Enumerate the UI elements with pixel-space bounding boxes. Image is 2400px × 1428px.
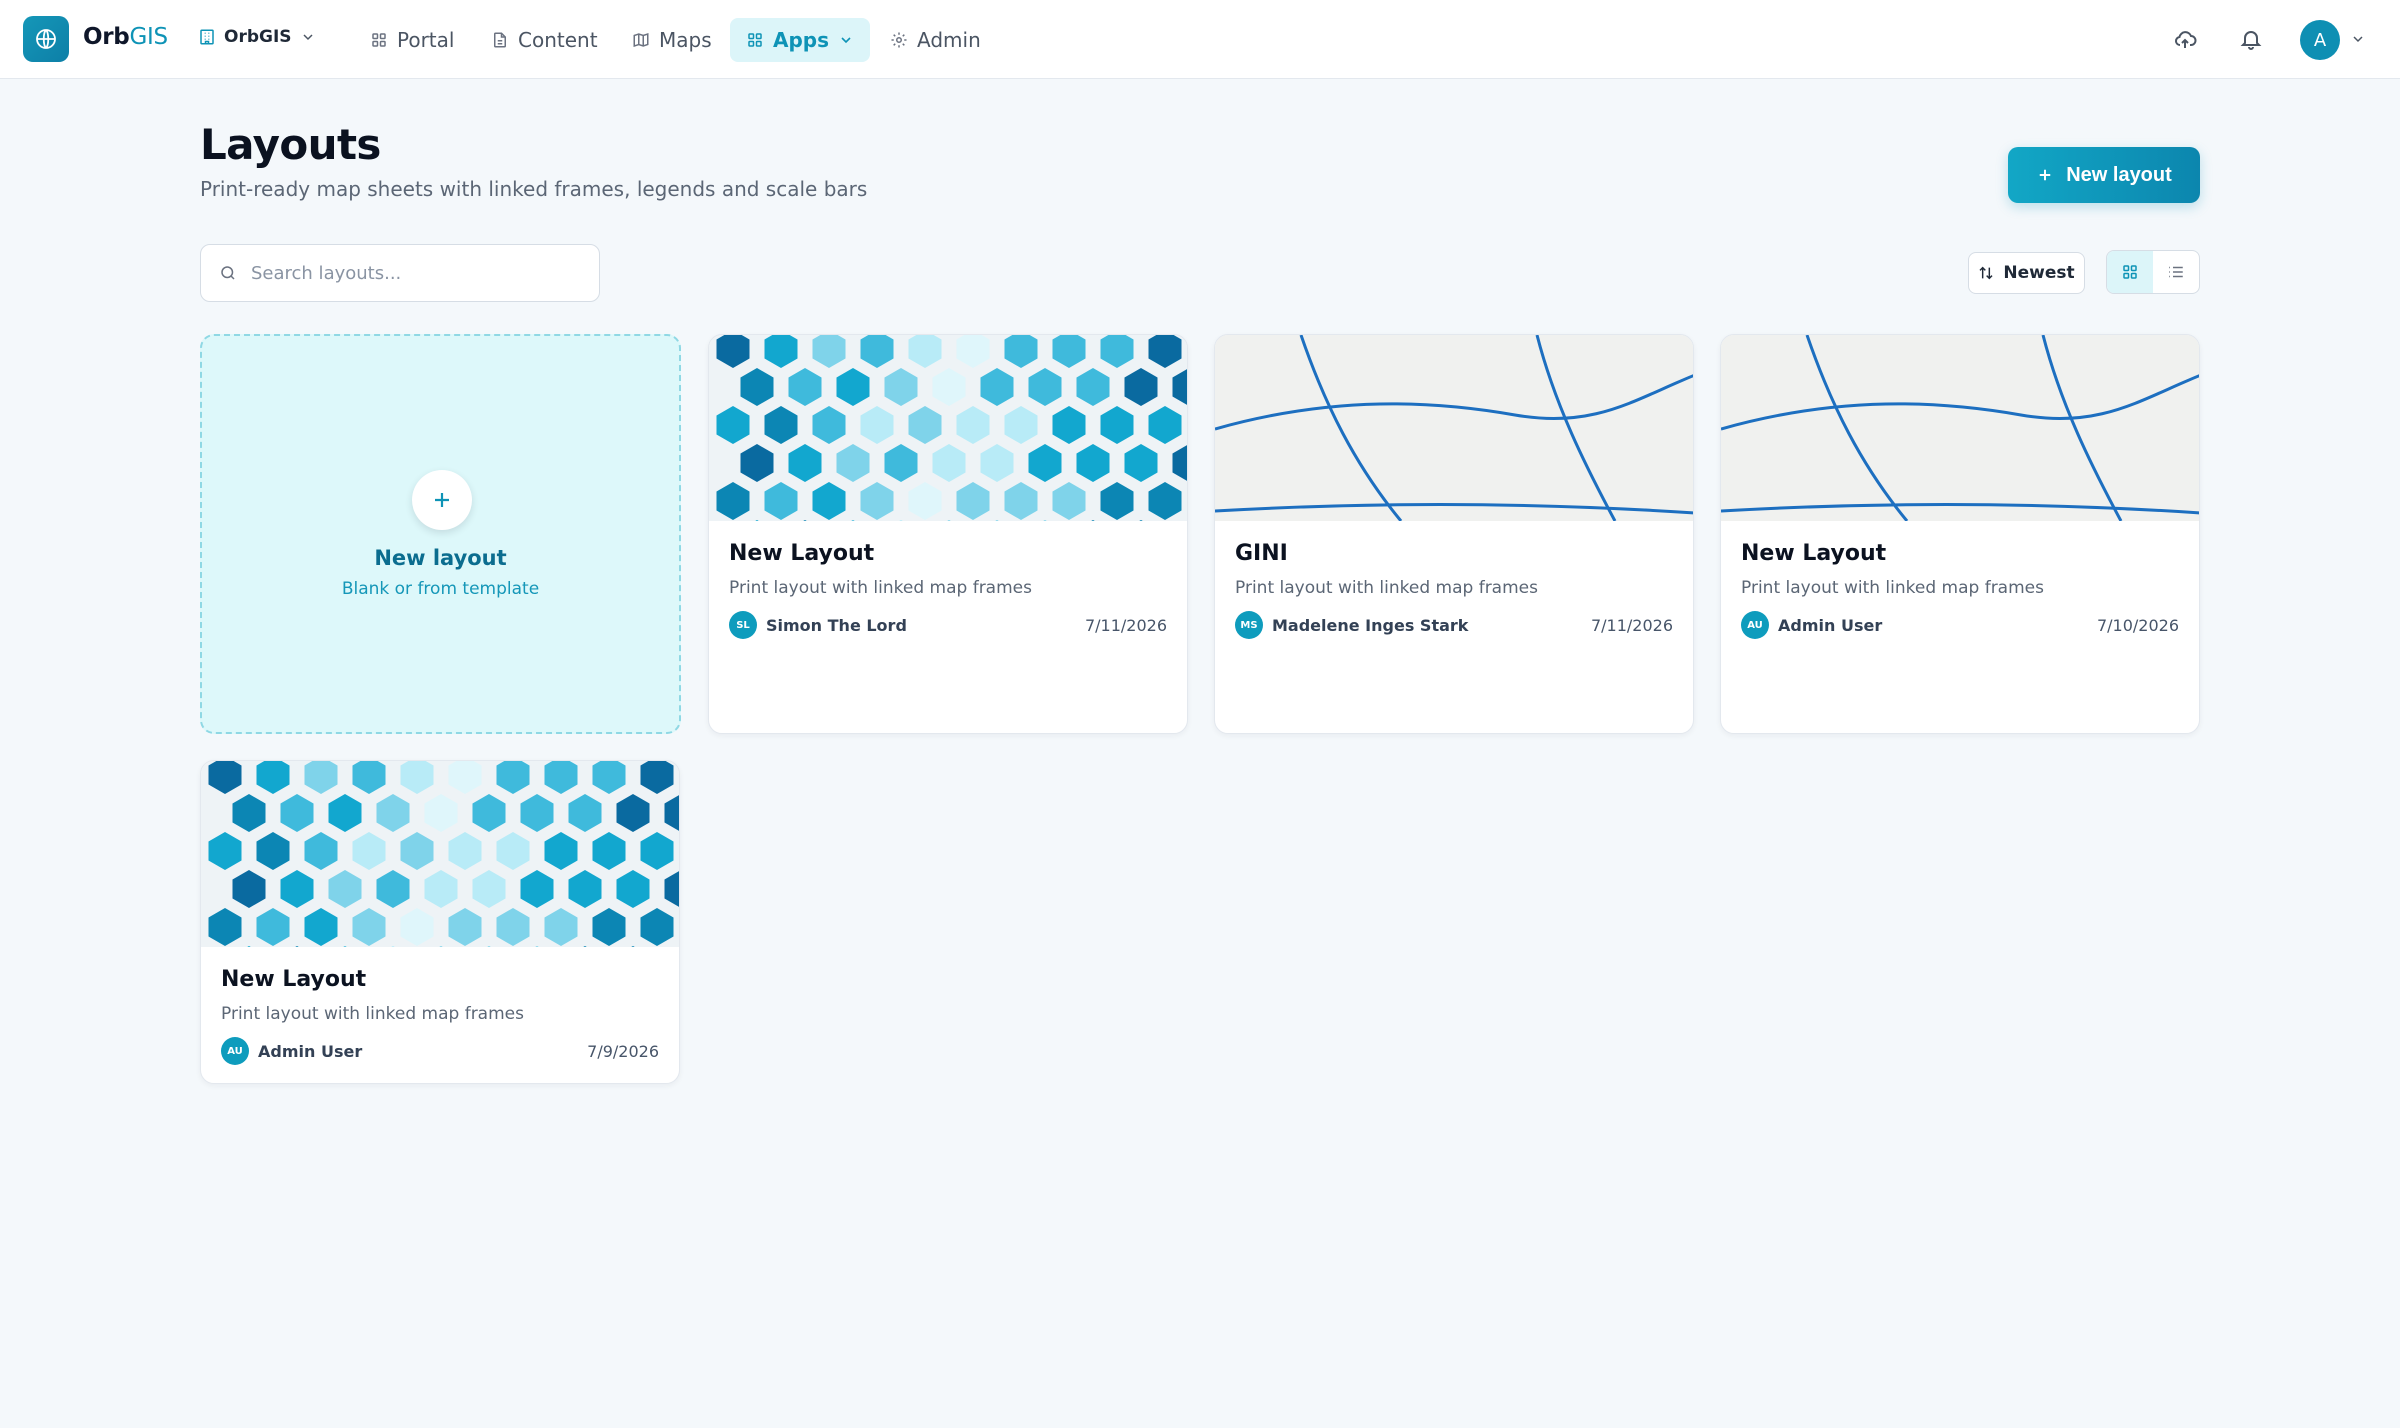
brand-name[interactable]: OrbGIS [83, 24, 168, 50]
brand-part-1: Orb [83, 24, 130, 50]
document-icon [494, 32, 506, 48]
layout-thumbnail [1721, 335, 2199, 521]
chevron-down-icon [841, 37, 851, 44]
new-card-subtitle: Blank or from template [341, 579, 540, 599]
list-view-button[interactable] [2153, 251, 2199, 293]
nav-maps[interactable]: Maps [616, 18, 728, 62]
chevron-down-icon [303, 34, 313, 41]
layout-card[interactable]: New Layout Print layout with linked map … [1720, 334, 2200, 734]
layout-description: Print layout with linked map frames [1741, 578, 2044, 598]
layout-thumbnail [1215, 335, 1693, 521]
new-layout-button[interactable]: New layout [2008, 147, 2200, 203]
search-box[interactable] [200, 244, 600, 302]
layout-thumbnail [709, 335, 1187, 521]
layout-title: New Layout [729, 541, 875, 566]
hex-pattern-thumbnail [201, 761, 679, 947]
grid-icon [372, 33, 386, 47]
top-bar: OrbGIS OrbGIS Portal Content Maps Apps A… [0, 0, 2400, 79]
add-circle [412, 470, 472, 530]
road-lines-thumbnail [1721, 335, 2199, 521]
brand-part-2: GIS [129, 24, 168, 50]
owner-name: Simon The Lord [766, 615, 907, 635]
owner-name: Admin User [258, 1041, 363, 1061]
page-subtitle: Print-ready map sheets with linked frame… [200, 177, 868, 201]
owner-name: Madelene Inges Stark [1272, 615, 1469, 635]
sort-button[interactable]: Newest [1968, 252, 2085, 294]
list-icon [2169, 266, 2183, 278]
search-icon [221, 266, 235, 280]
owner-avatar: AU [1741, 611, 1769, 639]
gear-icon [891, 32, 907, 48]
nav-label: Apps [773, 28, 830, 52]
new-layout-card[interactable]: New layout Blank or from template [200, 334, 681, 734]
layout-meta: AU Admin User 7/10/2026 [1741, 611, 2179, 639]
plus-icon [435, 493, 449, 507]
org-name: OrbGIS [224, 27, 292, 47]
plus-icon [2039, 169, 2051, 181]
nav-apps[interactable]: Apps [730, 18, 870, 62]
nav-label: Content [518, 28, 598, 52]
modified-date: 7/11/2026 [1590, 615, 1673, 635]
layout-meta: AU Admin User 7/9/2026 [221, 1037, 659, 1065]
layout-card[interactable]: GINI Print layout with linked map frames… [1214, 334, 1694, 734]
user-avatar[interactable]: A [2300, 20, 2340, 60]
layout-meta: MS Madelene Inges Stark 7/11/2026 [1235, 611, 1673, 639]
road-lines-thumbnail [1215, 335, 1693, 521]
layout-description: Print layout with linked map frames [1235, 578, 1538, 598]
building-icon [200, 29, 214, 45]
globe-logo-icon[interactable] [23, 16, 69, 62]
nav-admin[interactable]: Admin [874, 18, 997, 62]
layout-thumbnail [201, 761, 679, 947]
layout-card[interactable]: New Layout Print layout with linked map … [200, 760, 680, 1084]
layout-title: New Layout [221, 967, 367, 992]
hex-pattern-thumbnail [709, 335, 1187, 521]
owner-avatar: MS [1235, 611, 1263, 639]
grid-view-button[interactable] [2107, 251, 2153, 293]
layout-description: Print layout with linked map frames [729, 578, 1032, 598]
modified-date: 7/9/2026 [587, 1041, 659, 1061]
search-input[interactable] [251, 262, 581, 284]
chevron-down-icon[interactable] [2350, 31, 2366, 47]
new-layout-label: New layout [2066, 163, 2172, 186]
owner-avatar: AU [221, 1037, 249, 1065]
apps-icon [748, 33, 762, 47]
sort-label: Newest [2003, 263, 2075, 283]
layout-title: GINI [1235, 541, 1288, 566]
bell-icon[interactable] [2238, 26, 2264, 52]
layout-meta: SL Simon The Lord 7/11/2026 [729, 611, 1167, 639]
owner-avatar: SL [729, 611, 757, 639]
grid-icon [2123, 265, 2137, 279]
layout-card[interactable]: New Layout Print layout with linked map … [708, 334, 1188, 734]
nav-label: Maps [659, 28, 712, 52]
map-icon [633, 32, 649, 48]
view-toggle [2106, 250, 2200, 294]
layout-description: Print layout with linked map frames [221, 1004, 524, 1024]
nav-label: Portal [397, 28, 455, 52]
nav-portal[interactable]: Portal [354, 18, 470, 62]
modified-date: 7/11/2026 [1084, 615, 1167, 635]
org-switcher[interactable]: OrbGIS [198, 27, 316, 47]
layout-title: New Layout [1741, 541, 1887, 566]
owner-name: Admin User [1778, 615, 1883, 635]
page-title: Layouts [200, 120, 381, 169]
modified-date: 7/10/2026 [2096, 615, 2179, 635]
sort-arrows-icon [1979, 266, 1993, 280]
new-card-title: New layout [374, 546, 507, 570]
nav-content[interactable]: Content [475, 18, 614, 62]
nav-label: Admin [917, 28, 981, 52]
cloud-upload-icon[interactable] [2172, 26, 2198, 52]
